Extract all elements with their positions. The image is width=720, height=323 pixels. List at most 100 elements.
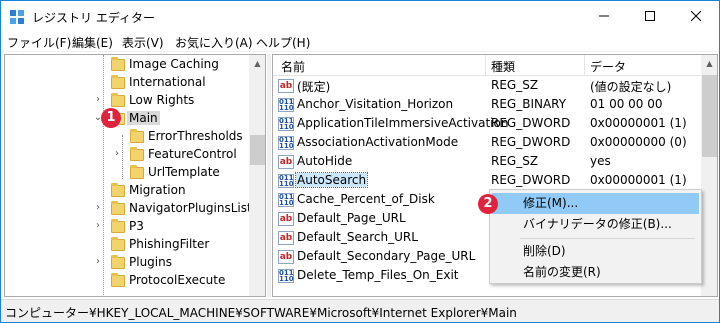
column-divider[interactable]: [584, 55, 585, 76]
context-menu-rename[interactable]: 名前の変更(R): [492, 262, 699, 283]
value-data: 0x00000000 (0): [590, 135, 687, 149]
registry-app-icon: [10, 10, 24, 24]
value-type: REG_DWORD: [491, 116, 571, 130]
tree-node-label: International: [129, 75, 206, 89]
chevron-right-icon[interactable]: ›: [92, 94, 104, 106]
string-value-icon: ab: [278, 155, 294, 169]
scroll-up-arrow-icon[interactable]: ▲: [249, 55, 265, 72]
menu-file[interactable]: ファイル(F): [7, 34, 71, 51]
menu-edit[interactable]: 編集(E): [72, 34, 113, 51]
menu-bar: ファイル(F) 編集(E) 表示(V) お気に入り(A) ヘルプ(H): [1, 32, 719, 52]
value-name: Cache_Percent_of_Disk: [297, 192, 435, 206]
value-name: Default_Secondary_Page_URL: [297, 249, 476, 263]
string-value-icon: ab: [278, 231, 294, 245]
value-data: yes: [590, 154, 611, 168]
tree-vertical-scrollbar[interactable]: ▲: [249, 55, 265, 296]
chevron-right-icon[interactable]: ›: [92, 220, 104, 232]
tree-node-migration[interactable]: Migration: [5, 182, 250, 200]
status-bar: コンピューター¥HKEY_LOCAL_MACHINE¥SOFTWARE¥Micr…: [1, 299, 719, 322]
value-name: Anchor_Visitation_Horizon: [297, 97, 454, 111]
registry-editor-window: レジストリ エディター ファイル(F) 編集(E) 表示(V) お気に入り(A)…: [0, 0, 720, 323]
table-row[interactable]: ab (既定) REG_SZ (値の設定なし): [273, 77, 701, 96]
menu-favorites[interactable]: お気に入り(A): [175, 34, 253, 51]
folder-icon: [111, 273, 125, 287]
context-menu-delete[interactable]: 削除(D): [492, 241, 699, 262]
folder-icon: [111, 237, 125, 251]
key-tree-pane[interactable]: Image Caching International › Low Rights…: [4, 54, 266, 297]
column-header-type[interactable]: 種類: [491, 58, 515, 75]
tree-node-navigator-plugins-list[interactable]: › NavigatorPluginsList: [5, 200, 252, 218]
folder-icon: [130, 129, 144, 143]
context-menu: 修正(M)... バイナリデータの修正(B)... 削除(D) 名前の変更(R): [489, 189, 702, 284]
chevron-right-icon[interactable]: ›: [92, 202, 104, 214]
minimize-icon: [599, 15, 609, 17]
chevron-right-icon[interactable]: ›: [111, 148, 123, 160]
minimize-button[interactable]: [581, 1, 627, 32]
scroll-up-arrow-icon[interactable]: ▲: [701, 55, 717, 72]
context-menu-separator: [520, 238, 695, 239]
table-row[interactable]: 011 110 ApplicationTileImmersiveActivation…: [273, 115, 701, 134]
value-name: Default_Search_URL: [297, 230, 418, 244]
value-name: Default_Page_URL: [297, 211, 406, 225]
list-header: 名前 種類 データ: [273, 55, 701, 76]
binary-value-icon: 011 110: [278, 269, 294, 283]
pane-splitter[interactable]: [267, 54, 271, 297]
maximize-button[interactable]: [627, 1, 673, 32]
chevron-right-icon[interactable]: ›: [92, 256, 104, 268]
tree-node-phishing-filter[interactable]: PhishingFilter: [5, 236, 250, 254]
tree-node-label: NavigatorPluginsList: [129, 201, 252, 215]
value-name: AssociationActivationMode: [297, 135, 459, 149]
tree-node-low-rights[interactable]: › Low Rights: [5, 92, 250, 110]
close-button[interactable]: [673, 1, 719, 32]
menu-help[interactable]: ヘルプ(H): [256, 34, 310, 51]
maximize-icon: [645, 11, 655, 21]
tree-node-p3[interactable]: › P3: [5, 218, 250, 236]
tree-node-feature-control[interactable]: › FeatureControl: [5, 146, 250, 164]
string-value-icon: ab: [278, 79, 294, 93]
scroll-thumb[interactable]: [250, 135, 265, 165]
list-vertical-scrollbar[interactable]: ▲: [701, 55, 717, 296]
context-menu-modify[interactable]: 修正(M)...: [492, 193, 699, 214]
tree-node-label: ErrorThresholds: [148, 129, 243, 143]
tree-node-protocol-execute[interactable]: ProtocolExecute: [5, 272, 250, 290]
tree-node-label: Image Caching: [129, 57, 219, 71]
binary-value-icon: 011 110: [278, 174, 294, 188]
value-type: REG_DWORD: [491, 173, 571, 187]
tree-node-label: Low Rights: [129, 93, 195, 107]
folder-icon: [111, 75, 125, 89]
folder-icon: [111, 255, 125, 269]
tree-node-main[interactable]: ⌄ Main: [5, 110, 250, 128]
table-row[interactable]: 011 110 AssociationActivationMode REG_DWORD…: [273, 134, 701, 153]
value-type: REG_BINARY: [491, 97, 567, 111]
tree-node-url-template[interactable]: UrlTemplate: [5, 164, 250, 182]
value-type: REG_SZ: [491, 154, 539, 168]
tree-node-label: PhishingFilter: [129, 237, 210, 251]
tree-node-image-caching[interactable]: Image Caching: [5, 56, 250, 74]
column-header-name[interactable]: 名前: [281, 58, 305, 75]
table-row[interactable]: ab AutoHide REG_SZ yes: [273, 153, 701, 172]
context-menu-modify-binary[interactable]: バイナリデータの修正(B)...: [492, 214, 699, 235]
title-bar[interactable]: レジストリ エディター: [1, 1, 719, 32]
folder-icon: [111, 219, 125, 233]
value-type: REG_SZ: [491, 78, 539, 92]
window-title: レジストリ エディター: [32, 11, 155, 25]
value-name: (既定): [297, 80, 331, 94]
column-divider[interactable]: [485, 55, 486, 76]
folder-icon: [130, 147, 144, 161]
menu-view[interactable]: 表示(V): [122, 34, 164, 51]
tree-node-error-thresholds[interactable]: ErrorThresholds: [5, 128, 250, 146]
value-name: Delete_Temp_Files_On_Exit: [297, 268, 459, 282]
tree-node-international[interactable]: International: [5, 74, 250, 92]
registry-path: コンピューター¥HKEY_LOCAL_MACHINE¥SOFTWARE¥Micr…: [5, 306, 517, 320]
string-value-icon: ab: [278, 250, 294, 264]
value-data: (値の設定なし): [590, 80, 672, 94]
tree-node-plugins[interactable]: › Plugins: [5, 254, 250, 272]
value-data: 0x00000001 (1): [590, 116, 687, 130]
close-icon: [690, 10, 702, 22]
value-name: ApplicationTileImmersiveActivation: [297, 116, 509, 130]
table-row[interactable]: 011 110 Anchor_Visitation_Horizon REG_BINAR…: [273, 96, 701, 115]
folder-icon: [111, 93, 125, 107]
tree-node-label: Plugins: [129, 255, 172, 269]
scroll-thumb[interactable]: [702, 75, 717, 157]
column-header-data[interactable]: データ: [590, 58, 626, 75]
